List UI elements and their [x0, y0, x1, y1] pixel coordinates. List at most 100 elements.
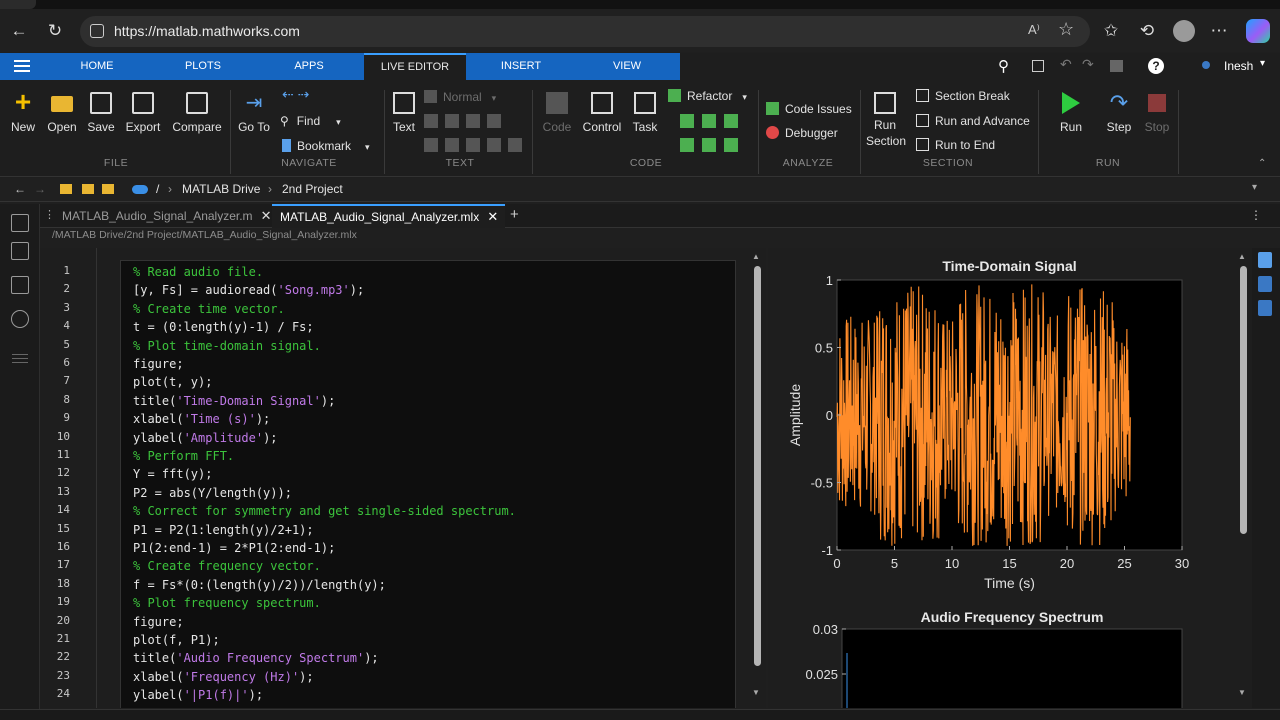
up-folder-icon[interactable]	[60, 184, 72, 194]
breadcrumb-drive[interactable]: MATLAB Drive	[182, 182, 260, 196]
compare-button[interactable]: Compare	[170, 92, 224, 134]
site-info-icon[interactable]	[90, 24, 104, 38]
add-tab-icon[interactable]: +	[510, 206, 519, 223]
export-button[interactable]: Export	[122, 92, 164, 134]
control-button[interactable]: Control	[580, 92, 624, 134]
code-block[interactable]: % Read audio file. [y, Fs] = audioread('S…	[120, 260, 736, 708]
workspace-icon[interactable]	[11, 242, 29, 260]
debugger-button[interactable]: Debugger	[766, 126, 838, 140]
task-button[interactable]: Task	[630, 92, 660, 134]
profile-avatar[interactable]	[1173, 20, 1195, 42]
redo-icon[interactable]: ↷	[1082, 56, 1094, 73]
indent-buttons[interactable]	[680, 138, 740, 152]
output-scrollbar[interactable]: ▲ ▼	[1238, 252, 1250, 700]
text-button[interactable]: Text	[390, 92, 418, 134]
breadcrumb-root[interactable]: /	[156, 182, 159, 196]
favorite-star-icon[interactable]: ☆	[1058, 19, 1074, 40]
tab-home[interactable]: HOME	[66, 53, 128, 80]
address-bar[interactable]: https://matlab.mathworks.com A⁾ ☆	[80, 16, 1090, 47]
text-style-select[interactable]: Normal ▾	[424, 90, 496, 104]
tab-plots[interactable]: PLOTS	[172, 53, 234, 80]
refresh-icon[interactable]: ↻	[44, 20, 66, 42]
code-line[interactable]: xlabel('Time (s)');	[133, 412, 270, 426]
code-editor[interactable]: 1 2 3 4 5 6 7 8 9 10 11 12 13 14 15 16 17 18 19 20 21 22 23 24 …	[40, 248, 766, 708]
scroll-thumb[interactable]	[754, 266, 761, 666]
code-line[interactable]: f = Fs*(0:(length(y)/2))/length(y);	[133, 578, 386, 592]
code-line[interactable]: P1 = P2(1:length(y)/2+1);	[133, 523, 314, 537]
history-icon[interactable]: ⟲	[1136, 20, 1158, 42]
user-menu[interactable]: Inesh	[1224, 59, 1253, 73]
code-line[interactable]: title('Time-Domain Signal');	[133, 394, 335, 408]
run-section-button[interactable]: Run Section	[866, 92, 906, 149]
scroll-up-icon[interactable]: ▲	[1238, 252, 1246, 261]
forward-icon[interactable]: →	[34, 182, 46, 196]
breadcrumb-folder[interactable]: 2nd Project	[282, 182, 343, 196]
editor-scrollbar[interactable]: ▲ ▼	[752, 252, 764, 700]
run-to-end-button[interactable]: Run to End	[916, 138, 995, 152]
find-button[interactable]: ⚲ Find ▾	[280, 114, 341, 128]
favorites-icon[interactable]: ✩	[1100, 20, 1122, 42]
hamburger-menu-icon[interactable]	[14, 60, 30, 62]
text-format-buttons[interactable]	[424, 114, 506, 128]
browser-tab[interactable]	[0, 0, 36, 9]
tab-live-editor[interactable]: LIVE EDITOR	[364, 53, 466, 80]
bookmark-button[interactable]: Bookmark ▾	[282, 139, 370, 153]
new-button[interactable]: + New	[6, 88, 40, 135]
read-aloud-icon[interactable]: A⁾	[1028, 22, 1040, 38]
save-icon[interactable]	[1032, 60, 1044, 72]
code-line[interactable]: Y = fft(y);	[133, 467, 212, 481]
hide-code-icon[interactable]	[1258, 300, 1272, 316]
code-line[interactable]: title('Audio Frequency Spectrum');	[133, 651, 379, 665]
text-align-buttons[interactable]	[424, 138, 524, 152]
code-line[interactable]: % Plot time-domain signal.	[133, 339, 321, 353]
code-line[interactable]: t = (0:length(y)-1) / Fs;	[133, 320, 314, 334]
code-line[interactable]: % Perform FFT.	[133, 449, 234, 463]
more-options-icon[interactable]: ⋯	[1208, 20, 1230, 42]
search-folder-icon[interactable]	[102, 184, 114, 194]
close-icon[interactable]: ✕	[261, 204, 272, 228]
code-issues-button[interactable]: Code Issues	[766, 102, 852, 116]
file-tab-mlx[interactable]: MATLAB_Audio_Signal_Analyzer.mlx ✕	[272, 204, 506, 228]
browse-folder-icon[interactable]	[82, 184, 94, 194]
scroll-down-icon[interactable]: ▼	[752, 688, 760, 697]
undo-icon[interactable]: ↶	[1060, 56, 1072, 73]
code-line[interactable]: [y, Fs] = audioread('Song.mp3');	[133, 283, 364, 297]
layout-icon[interactable]	[1110, 60, 1123, 72]
back-icon[interactable]: ←	[8, 20, 30, 42]
code-line[interactable]: % Create time vector.	[133, 302, 285, 316]
code-line[interactable]: ylabel('|P1(f)|');	[133, 688, 263, 702]
code-line[interactable]: P1(2:end-1) = 2*P1(2:end-1);	[133, 541, 335, 555]
stop-button[interactable]: Stop	[1140, 92, 1174, 134]
refactor-button[interactable]: Refactor ▾	[668, 89, 747, 103]
run-and-advance-button[interactable]: Run and Advance	[916, 114, 1030, 128]
file-tab-m[interactable]: MATLAB_Audio_Signal_Analyzer.m ✕	[54, 204, 279, 228]
code-line[interactable]: % Read audio file.	[133, 265, 263, 279]
collapse-ribbon-icon[interactable]: ⌃	[1258, 158, 1266, 169]
files-icon[interactable]	[11, 214, 29, 232]
close-icon[interactable]: ✕	[487, 206, 498, 228]
scroll-thumb[interactable]	[1240, 266, 1247, 534]
nav-back-forward-icon[interactable]: ⇠ ⇢	[282, 86, 309, 103]
tab-insert[interactable]: INSERT	[490, 53, 552, 80]
help-icon[interactable]: ?	[1148, 58, 1164, 74]
scroll-up-icon[interactable]: ▲	[752, 252, 760, 261]
code-line[interactable]: xlabel('Frequency (Hz)');	[133, 670, 314, 684]
code-button[interactable]: Code	[540, 92, 574, 134]
more-options-icon[interactable]: ⋮	[1250, 208, 1262, 222]
chevron-down-icon[interactable]: ▾	[1252, 182, 1257, 193]
open-button[interactable]: Open	[44, 92, 80, 134]
goto-button[interactable]: ⇥ Go To	[236, 92, 272, 134]
code-line[interactable]: plot(t, y);	[133, 375, 212, 389]
tab-apps[interactable]: APPS	[278, 53, 340, 80]
chevron-down-icon[interactable]: ▾	[1260, 58, 1265, 69]
output-inline-icon[interactable]	[1258, 276, 1272, 292]
back-icon[interactable]: ←	[14, 182, 26, 196]
more-icon[interactable]	[12, 354, 28, 355]
plots-canvas[interactable]: Time-Domain Signal 0 5 10 15 20 25 30 1 0.5 0 -0.5 -…	[768, 248, 1252, 708]
code-line[interactable]: P2 = abs(Y/length(y));	[133, 486, 292, 500]
code-line[interactable]: % Create frequency vector.	[133, 559, 321, 573]
comment-buttons[interactable]	[680, 114, 740, 128]
save-button[interactable]: Save	[84, 92, 118, 134]
run-button[interactable]: Run	[1054, 92, 1088, 134]
code-line[interactable]: ylabel('Amplitude');	[133, 431, 278, 445]
